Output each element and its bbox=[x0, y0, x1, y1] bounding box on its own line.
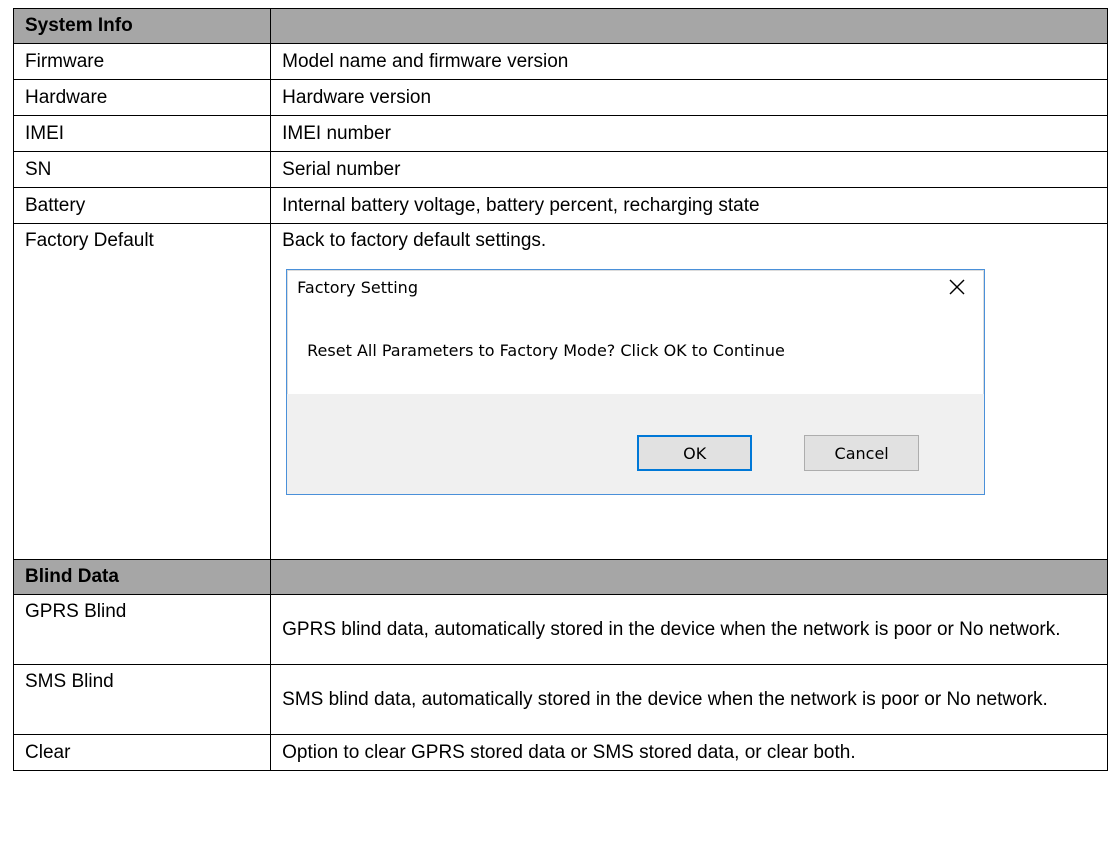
row-label: Hardware bbox=[12, 79, 272, 116]
row-description: Serial number bbox=[270, 151, 1108, 188]
row-description: Option to clear GPRS stored data or SMS … bbox=[270, 734, 1108, 771]
dialog-message: Reset All Parameters to Factory Mode? Cl… bbox=[307, 341, 785, 360]
row-description: IMEI number bbox=[270, 115, 1108, 152]
row-description: GPRS blind data, automatically stored in… bbox=[270, 594, 1108, 665]
table-row-gprs-blind: GPRS Blind GPRS blind data, automaticall… bbox=[12, 594, 1108, 665]
row-label: SN bbox=[12, 151, 272, 188]
table-row-imei: IMEI IMEI number bbox=[12, 115, 1108, 152]
row-label: Factory Default bbox=[12, 223, 272, 560]
table-row-factory-default: Factory Default Back to factory default … bbox=[12, 223, 1108, 560]
section-header-blind-data: Blind Data bbox=[12, 559, 1108, 595]
row-label: Clear bbox=[12, 734, 272, 771]
factory-setting-dialog: Factory Setting Reset All Parameters to … bbox=[286, 269, 986, 495]
section-header-empty bbox=[270, 8, 1108, 44]
table-row-firmware: Firmware Model name and firmware version bbox=[12, 43, 1108, 80]
dialog-titlebar: Factory Setting bbox=[287, 270, 984, 308]
dialog-title: Factory Setting bbox=[297, 278, 418, 297]
cancel-button[interactable]: Cancel bbox=[804, 435, 920, 471]
row-label: Battery bbox=[12, 187, 272, 224]
row-label: Firmware bbox=[12, 43, 272, 80]
row-description: Back to factory default settings. bbox=[282, 230, 547, 251]
row-description: SMS blind data, automatically stored in … bbox=[270, 664, 1108, 735]
table-row-sms-blind: SMS Blind SMS blind data, automatically … bbox=[12, 664, 1108, 735]
row-description-cell: Back to factory default settings. Factor… bbox=[270, 223, 1108, 560]
table-row-clear: Clear Option to clear GPRS stored data o… bbox=[12, 734, 1108, 771]
row-description: Hardware version bbox=[270, 79, 1108, 116]
row-description: Model name and firmware version bbox=[270, 43, 1108, 80]
row-label: IMEI bbox=[12, 115, 272, 152]
section-header-system-info: System Info bbox=[12, 8, 1108, 44]
close-icon[interactable] bbox=[944, 274, 970, 300]
section-header-empty bbox=[270, 559, 1108, 595]
row-label: GPRS Blind bbox=[12, 594, 272, 665]
table-row-hardware: Hardware Hardware version bbox=[12, 79, 1108, 116]
ok-button[interactable]: OK bbox=[637, 435, 753, 471]
row-description: Internal battery voltage, battery percen… bbox=[270, 187, 1108, 224]
section-title: System Info bbox=[12, 8, 272, 44]
section-title: Blind Data bbox=[12, 559, 272, 595]
settings-table: System Info Firmware Model name and firm… bbox=[12, 8, 1108, 771]
table-row-battery: Battery Internal battery voltage, batter… bbox=[12, 187, 1108, 224]
table-row-sn: SN Serial number bbox=[12, 151, 1108, 188]
dialog-body: Reset All Parameters to Factory Mode? Cl… bbox=[287, 308, 984, 392]
dialog-footer: OK Cancel bbox=[287, 394, 985, 494]
row-label: SMS Blind bbox=[12, 664, 272, 735]
